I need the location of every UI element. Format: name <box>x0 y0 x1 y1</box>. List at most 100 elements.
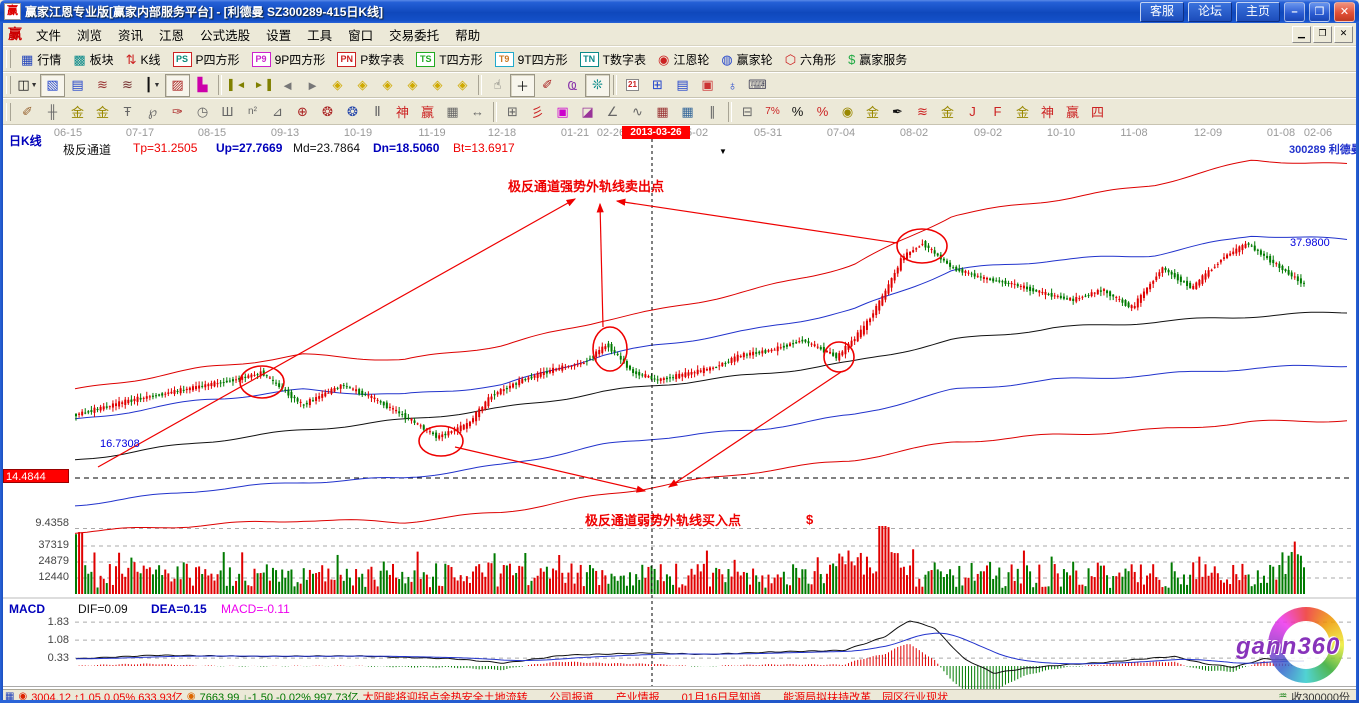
diamond-v-button[interactable]: ◈ <box>400 74 425 97</box>
ying-angle-tool[interactable]: 赢 <box>1060 100 1085 123</box>
percent-hist-tool[interactable]: ⊟ <box>735 100 760 123</box>
wave-box-tool[interactable]: ≋ <box>910 100 935 123</box>
crosshair-tool-button[interactable]: ＋ <box>510 74 535 97</box>
titlebar-link-forum[interactable]: 论坛 <box>1188 2 1232 22</box>
mirror-angle-tool[interactable]: ⊿ <box>265 100 290 123</box>
pen-flag-tool[interactable]: ✒ <box>885 100 910 123</box>
t-number-table-button[interactable]: TNT数字表 <box>574 51 652 68</box>
t-square-button[interactable]: TST四方形 <box>410 51 488 68</box>
web-blue-tool[interactable]: ❂ <box>340 100 365 123</box>
shen-angle-tool[interactable]: 神 <box>1035 100 1060 123</box>
mdi-minimize-button[interactable]: ▁ <box>1292 26 1311 43</box>
titlebar-link-service[interactable]: 客服 <box>1140 2 1184 22</box>
menu-item-9[interactable]: 帮助 <box>447 27 488 45</box>
gann-wheel-button[interactable]: ◉江恩轮 <box>652 51 715 68</box>
prev-button[interactable]: ◄ <box>275 74 300 97</box>
tag-tool-button[interactable]: Ҩ <box>560 74 585 97</box>
zoom-region-button[interactable]: ▧ <box>40 74 65 97</box>
region-map-button[interactable]: ▨ <box>165 74 190 97</box>
toolbar-grip[interactable] <box>6 50 11 68</box>
mdi-close-button[interactable]: ✕ <box>1334 26 1353 43</box>
kline-style-dropdown[interactable]: ◫▼ <box>15 74 40 97</box>
gold-under-tool[interactable]: 金 <box>935 100 960 123</box>
notepad-button[interactable]: ▤ <box>670 74 695 97</box>
bar-width-dropdown[interactable]: ┃▼ <box>140 74 165 97</box>
remote-pc-button[interactable]: ⌨ <box>745 74 770 97</box>
p-number-table-button[interactable]: PNP数字表 <box>331 51 410 68</box>
gold-circle-tool[interactable]: ◉ <box>835 100 860 123</box>
mdi-restore-button[interactable]: ❐ <box>1313 26 1332 43</box>
spiral-tool[interactable]: ℘ <box>140 100 165 123</box>
j-angle-tool[interactable]: J <box>960 100 985 123</box>
diamond-cross-button[interactable]: ◈ <box>425 74 450 97</box>
gold-grid-tool[interactable]: 金 <box>65 100 90 123</box>
hand-tool-button[interactable]: ☝ <box>485 74 510 97</box>
percent-red-tool[interactable]: 7% <box>760 100 785 123</box>
p-square-button[interactable]: PSP四方形 <box>167 51 246 68</box>
time-grid-tool[interactable]: ╫ <box>40 100 65 123</box>
lasso-tool-button[interactable]: ✐ <box>535 74 560 97</box>
grid-123-tool[interactable]: ▦ <box>440 100 465 123</box>
dense-grid-red-tool[interactable]: ▦ <box>650 100 675 123</box>
histogram-button[interactable]: ▙ <box>190 74 215 97</box>
percent-tool[interactable]: % <box>785 100 810 123</box>
first-page-button[interactable]: ▌◄ <box>225 74 250 97</box>
gold-grid2-tool[interactable]: 金 <box>90 100 115 123</box>
brain-net-button[interactable]: ❊ <box>585 74 610 97</box>
minimize-button[interactable]: – <box>1284 2 1305 22</box>
compress-3-button[interactable]: ≋ <box>90 74 115 97</box>
menu-item-1[interactable]: 浏览 <box>69 27 110 45</box>
sectors-button[interactable]: ▩板块 <box>67 51 119 68</box>
menu-item-5[interactable]: 设置 <box>258 27 299 45</box>
trend-angle-tool[interactable]: ∠ <box>600 100 625 123</box>
toolbar-grip[interactable] <box>6 103 11 121</box>
hatch-tool[interactable]: ∥ <box>700 100 725 123</box>
restore-button[interactable]: ❐ <box>1309 2 1330 22</box>
knife-tool[interactable]: ✐ <box>15 100 40 123</box>
menu-item-6[interactable]: 工具 <box>299 27 340 45</box>
winner-service-button[interactable]: $赢家服务 <box>842 51 913 68</box>
span-arrow-tool[interactable]: ↔ <box>465 100 490 123</box>
diamond-h-button[interactable]: ◈ <box>375 74 400 97</box>
last-page-button[interactable]: ►▐ <box>250 74 275 97</box>
menu-item-2[interactable]: 资讯 <box>110 27 151 45</box>
diamond-right-button[interactable]: ◈ <box>350 74 375 97</box>
f-angle-tool[interactable]: F <box>985 100 1010 123</box>
gann-note-tool[interactable]: Ⅱ <box>365 100 390 123</box>
gold-line-tool[interactable]: 金 <box>860 100 885 123</box>
save-button[interactable]: ▣ <box>695 74 720 97</box>
titlebar-link-home[interactable]: 主页 <box>1236 2 1280 22</box>
brush-tool[interactable]: ✑ <box>165 100 190 123</box>
close-button[interactable]: ✕ <box>1334 2 1355 22</box>
kline-button[interactable]: ⇅K线 <box>120 51 167 68</box>
shen-tool[interactable]: 神 <box>390 100 415 123</box>
percent-line-tool[interactable]: % <box>810 100 835 123</box>
winner-wheel-button[interactable]: ◍赢家轮 <box>715 51 778 68</box>
kline-chart-area[interactable]: 06-1507-1708-1509-1310-1911-1912-1801-21… <box>3 125 1356 689</box>
fan-lines-tool[interactable]: 彡 <box>525 100 550 123</box>
hexagon-button[interactable]: ⬡六角形 <box>779 51 842 68</box>
quotes-button[interactable]: ▦行情 <box>15 51 67 68</box>
info-panel-button[interactable]: ▤ <box>65 74 90 97</box>
menu-item-8[interactable]: 交易委托 <box>381 27 447 45</box>
web-red-tool[interactable]: ❂ <box>315 100 340 123</box>
calculator-button[interactable]: ⊞ <box>645 74 670 97</box>
gold-angle-tool[interactable]: 金 <box>1010 100 1035 123</box>
diamond-all-button[interactable]: ◈ <box>450 74 475 97</box>
si-angle-tool[interactable]: 四 <box>1085 100 1110 123</box>
magenta-box-tool[interactable]: ▣ <box>550 100 575 123</box>
menu-item-4[interactable]: 公式选股 <box>192 27 258 45</box>
menu-item-7[interactable]: 窗口 <box>340 27 381 45</box>
web-info-button[interactable]: ♁ <box>720 74 745 97</box>
fan-box-tool[interactable]: ◪ <box>575 100 600 123</box>
menu-item-3[interactable]: 江恩 <box>151 27 192 45</box>
ying-tool[interactable]: 赢 <box>415 100 440 123</box>
cycle-clock-tool[interactable]: ◷ <box>190 100 215 123</box>
nine-t-square-button[interactable]: T99T四方形 <box>489 51 574 68</box>
fibo-f-tool[interactable]: Ŧ <box>115 100 140 123</box>
wave-tool[interactable]: ∿ <box>625 100 650 123</box>
diamond-left-button[interactable]: ◈ <box>325 74 350 97</box>
compress-9-button[interactable]: ≋ <box>115 74 140 97</box>
nine-p-square-button[interactable]: P99P四方形 <box>246 51 332 68</box>
toolbar-grip[interactable] <box>6 76 11 94</box>
